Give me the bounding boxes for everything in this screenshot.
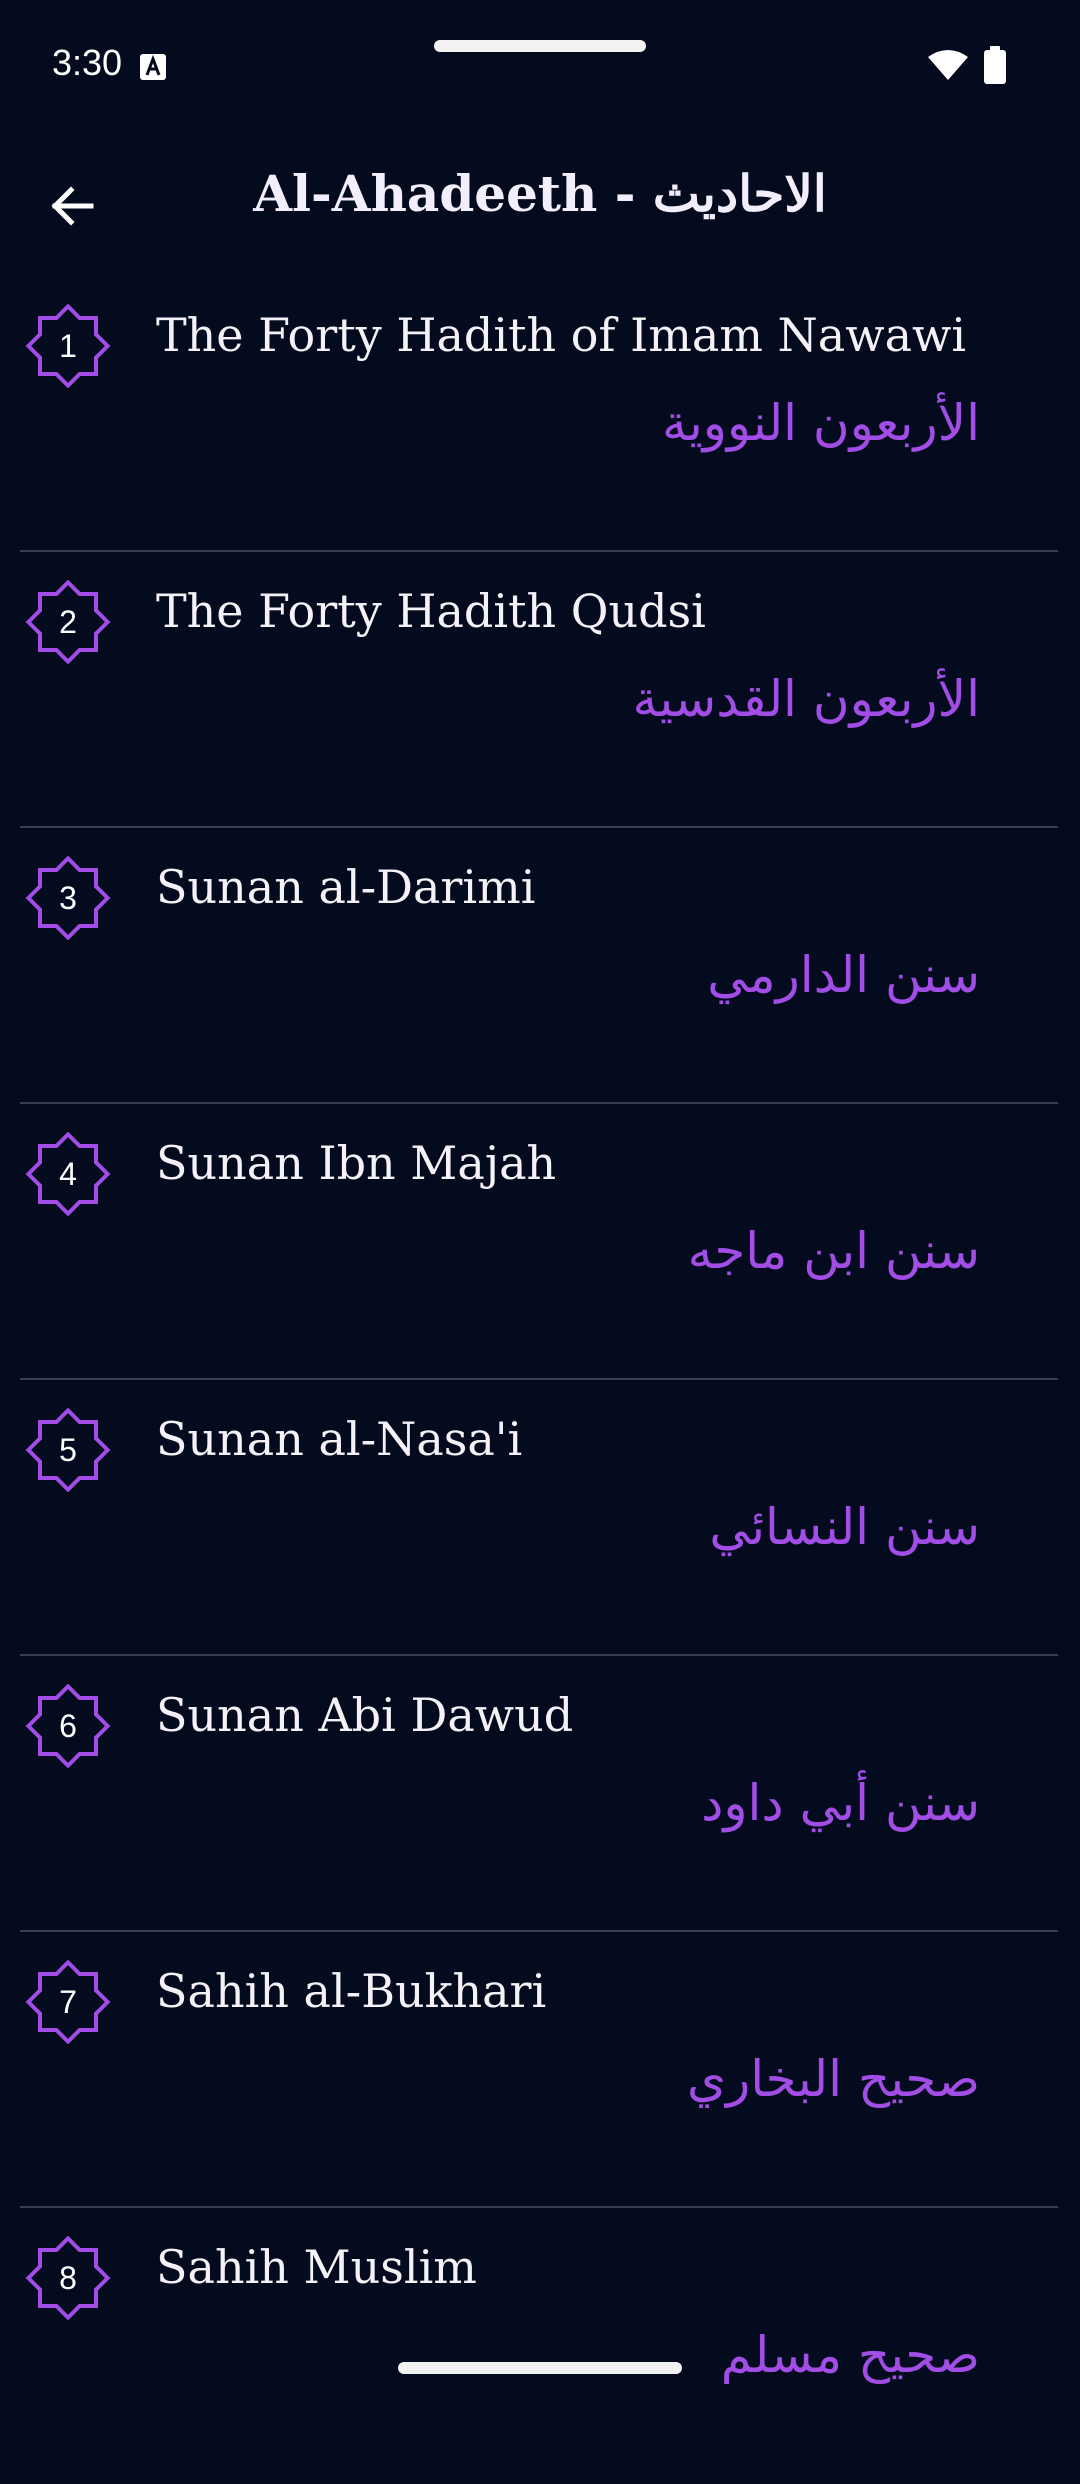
item-number: 2 — [59, 604, 77, 640]
status-time: 3:30 — [52, 42, 123, 83]
status-bar: 3:30 — [0, 0, 1080, 130]
list-item[interactable]: 3 Sunan al-Darimi سنن الدارمي — [0, 828, 1080, 1104]
collection-title-arabic: صحيح البخاري — [687, 2050, 980, 2108]
item-number: 5 — [59, 1432, 77, 1468]
item-number: 3 — [59, 880, 77, 916]
list-item[interactable]: 2 The Forty Hadith Qudsi الأربعون القدسي… — [0, 552, 1080, 828]
collection-title-english: Sunan Abi Dawud — [156, 1688, 574, 1742]
item-number: 6 — [59, 1708, 77, 1744]
arrow-left-icon — [51, 186, 94, 226]
collection-title-english: Sunan Ibn Majah — [156, 1136, 557, 1190]
collection-title-arabic: صحيح مسلم — [720, 2326, 980, 2384]
battery-icon — [984, 46, 1006, 84]
collection-title-english: The Forty Hadith Qudsi — [156, 584, 706, 638]
item-number: 7 — [59, 1984, 77, 2020]
collection-title-english: The Forty Hadith of Imam Nawawi — [156, 308, 967, 362]
back-button[interactable] — [36, 170, 108, 242]
list-item[interactable]: 6 Sunan Abi Dawud سنن أبي داود — [0, 1656, 1080, 1932]
item-number: 8 — [59, 2260, 77, 2296]
list-item[interactable]: 5 Sunan al-Nasa'i سنن النسائي — [0, 1380, 1080, 1656]
collection-title-arabic: الأربعون القدسية — [632, 670, 981, 728]
collection-title-arabic: سنن النسائي — [709, 1498, 980, 1556]
item-number: 1 — [59, 328, 77, 364]
list-item[interactable]: 8 Sahih Muslim صحيح مسلم — [0, 2208, 1080, 2484]
hadith-collection-list: 1 The Forty Hadith of Imam Nawawi الأربع… — [0, 276, 1080, 2484]
collection-title-arabic: سنن الدارمي — [707, 946, 980, 1004]
collection-title-arabic: الأربعون النووية — [662, 394, 980, 452]
list-item[interactable]: 7 Sahih al-Bukhari صحيح البخاري — [0, 1932, 1080, 2208]
collection-title-english: Sahih Muslim — [156, 2240, 477, 2294]
home-indicator[interactable] — [398, 2362, 682, 2374]
collection-title-english: Sunan al-Nasa'i — [156, 1412, 523, 1466]
list-item[interactable]: 1 The Forty Hadith of Imam Nawawi الأربع… — [0, 276, 1080, 552]
collection-title-arabic: سنن أبي داود — [701, 1774, 980, 1832]
wifi-icon — [928, 50, 968, 80]
collection-title-english: Sahih al-Bukhari — [156, 1964, 547, 2018]
notch-handle — [434, 40, 646, 52]
collection-title-english: Sunan al-Darimi — [156, 860, 536, 914]
page-title: Al-Ahadeeth - الاحاديث — [253, 164, 827, 223]
item-number: 4 — [59, 1156, 77, 1192]
accessibility-notification-icon — [140, 54, 166, 80]
app-bar: Al-Ahadeeth - الاحاديث — [0, 150, 1080, 260]
collection-title-arabic: سنن ابن ماجه — [687, 1222, 980, 1280]
list-item[interactable]: 4 Sunan Ibn Majah سنن ابن ماجه — [0, 1104, 1080, 1380]
